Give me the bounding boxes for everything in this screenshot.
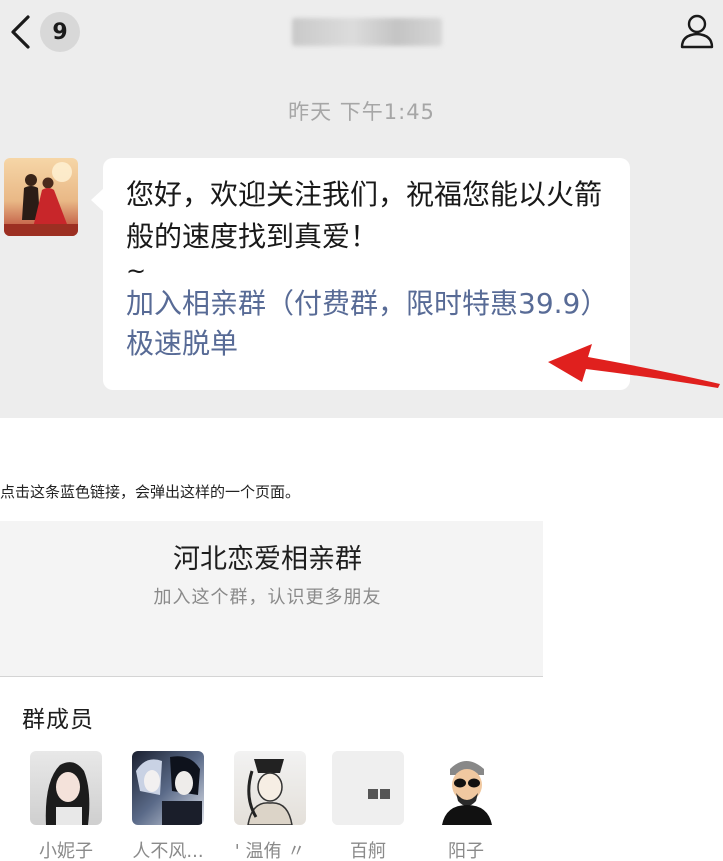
sunglasses-avatar-image	[442, 761, 492, 825]
member-name: 百舸	[350, 841, 386, 861]
member-avatar	[332, 751, 404, 825]
group-subtitle: 加入这个群，认识更多朋友	[153, 587, 382, 608]
greeting-text: 您好，欢迎关注我们，祝福您能以火箭般的速度找到真爱！	[126, 178, 603, 253]
member-item[interactable]: ' 温侑 〃	[224, 751, 316, 861]
chat-screenshot: 9 昨天 下午1:45 您好，欢迎关注我们，祝福您能以火箭般的速度找到真爱！ ~…	[0, 0, 723, 418]
watermark-blurred	[585, 388, 723, 408]
member-item[interactable]: 小妮子	[20, 751, 112, 861]
minimal-avatar-image	[332, 751, 404, 825]
message-timestamp: 昨天 下午1:45	[288, 100, 435, 124]
sender-avatar[interactable]	[4, 158, 78, 236]
members-label: 群成员	[22, 707, 94, 733]
back-button[interactable]: 9	[8, 12, 86, 52]
ink-drawing-avatar-image	[247, 759, 293, 825]
member-avatar	[234, 751, 306, 825]
anime-avatar-image	[136, 756, 202, 825]
member-item[interactable]: 百舸	[322, 751, 414, 861]
member-avatar	[430, 751, 502, 825]
chevron-left-icon	[11, 15, 30, 49]
member-item[interactable]: 人不风...	[122, 751, 214, 861]
article-caption: 点击这条蓝色链接，会弹出这样的一个页面。	[0, 483, 301, 501]
unread-count-badge: 9	[40, 12, 80, 52]
tilde-text: ~	[126, 257, 147, 285]
group-title: 河北恋爱相亲群	[173, 544, 362, 575]
member-avatar	[30, 751, 102, 825]
couple-avatar-image	[4, 162, 78, 236]
group-header: 河北恋爱相亲群 加入这个群，认识更多朋友	[0, 521, 543, 677]
member-item[interactable]: 阳子	[420, 751, 512, 861]
member-name: 小妮子	[39, 841, 93, 861]
red-arrow-annotation	[548, 344, 720, 388]
member-name: 阳子	[448, 841, 484, 861]
member-name: ' 温侑 〃	[234, 841, 306, 861]
chat-top-bar: 9	[0, 0, 723, 62]
chat-title-blurred	[292, 18, 442, 46]
portrait-avatar-image	[45, 762, 90, 825]
member-name: 人不风...	[132, 841, 204, 861]
member-avatar	[132, 751, 204, 825]
group-members-section: 群成员 小妮子 人不风... ' 温侑 〃 百舸 阳子	[0, 678, 543, 861]
person-icon[interactable]	[678, 12, 716, 50]
